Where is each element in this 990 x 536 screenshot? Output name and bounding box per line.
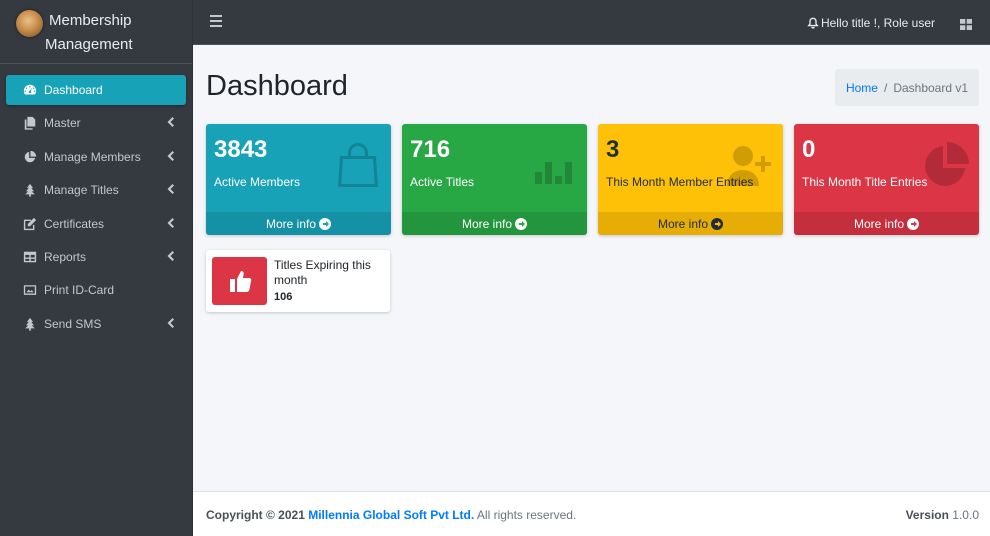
- arrow-circle-right-icon: [711, 217, 724, 230]
- more-info-link[interactable]: More info: [598, 212, 783, 235]
- stat-box-active-titles: 716 Active Titles More info: [402, 124, 587, 235]
- more-info-label: More info: [853, 216, 905, 231]
- sidebar-item-label: Manage Titles: [44, 183, 119, 198]
- chevron-left-icon: [166, 317, 174, 329]
- stat-value: 0: [802, 136, 816, 163]
- sidebar-item-print-id-card[interactable]: Print ID-Card: [6, 275, 186, 305]
- sidebar-item-label: Send SMS: [44, 316, 102, 331]
- chevron-left-icon: [166, 183, 174, 195]
- company-link[interactable]: Millennia Global Soft Pvt Ltd.: [308, 508, 474, 522]
- arrow-circle-right-icon: [319, 217, 332, 230]
- chevron-left-icon: [166, 217, 174, 229]
- user-menu[interactable]: Hello title !, Role user: [807, 16, 935, 30]
- sidebar-item-label: Certificates: [44, 216, 105, 231]
- info-box-titles-expiring: Titles Expiring this month 106: [206, 250, 390, 312]
- user-greeting: Hello title !, Role user: [820, 16, 935, 30]
- version-label: Version: [905, 508, 949, 522]
- breadcrumb-current: Dashboard v1: [893, 80, 969, 95]
- tree-icon: [22, 316, 37, 331]
- top-navbar: Hello title !, Role user: [193, 0, 990, 45]
- stat-value: 716: [410, 136, 451, 163]
- more-info-link[interactable]: More info: [794, 212, 979, 235]
- bell-icon: [807, 17, 819, 29]
- sidebar-item-reports[interactable]: Reports: [6, 242, 186, 272]
- sidebar-item-certificates[interactable]: Certificates: [6, 209, 186, 239]
- more-info-link[interactable]: More info: [206, 212, 391, 235]
- stat-label: This Month Title Entries: [802, 175, 928, 189]
- sidebar-item-label: Reports: [44, 249, 87, 264]
- tachometer-icon: [22, 83, 37, 98]
- menu-toggle-icon[interactable]: [210, 15, 222, 29]
- breadcrumb-separator: /: [883, 80, 888, 95]
- copyright-prefix: Copyright © 2021: [206, 508, 305, 522]
- brand-title: Membership Management: [45, 9, 133, 57]
- brand-link[interactable]: Membership Management: [0, 0, 192, 64]
- info-box-number: 106: [274, 291, 293, 303]
- sidebar-item-master[interactable]: Master: [6, 108, 186, 138]
- stat-box-month-title-entries: 0 This Month Title Entries More info: [794, 124, 979, 235]
- version-info: Version 1.0.0: [906, 508, 979, 522]
- breadcrumb-home-link[interactable]: Home: [846, 81, 878, 95]
- breadcrumb: Home / Dashboard v1: [835, 69, 979, 106]
- copy-icon: [22, 116, 37, 131]
- sidebar-item-dashboard[interactable]: Dashboard: [6, 75, 186, 105]
- image-icon: [22, 283, 37, 298]
- copyright-suffix: All rights reserved.: [476, 508, 577, 522]
- pie-chart-icon: [921, 140, 971, 190]
- arrow-circle-right-icon: [515, 217, 528, 230]
- sidebar-item-label: Master: [44, 116, 81, 131]
- sidebar-item-label: Dashboard: [44, 83, 103, 97]
- brand-logo: [16, 10, 43, 37]
- main-footer: Copyright © 2021 Millennia Global Soft P…: [193, 491, 990, 536]
- thumbs-up-icon: [212, 257, 267, 305]
- stat-box-month-member-entries: 3 This Month Member Entries More info: [598, 124, 783, 235]
- chevron-left-icon: [166, 150, 174, 162]
- more-info-label: More info: [461, 216, 513, 231]
- brand-title-line2: Management: [45, 36, 133, 53]
- sidebar-nav: Dashboard Master Manage Members Manage T…: [0, 64, 192, 339]
- edit-icon: [22, 216, 37, 231]
- tree-icon: [22, 183, 37, 198]
- sidebar-item-label: Manage Members: [44, 149, 141, 164]
- more-info-label: More info: [265, 216, 317, 231]
- chevron-left-icon: [166, 116, 174, 128]
- page-title: Dashboard: [206, 70, 348, 102]
- sidebar-item-manage-members[interactable]: Manage Members: [6, 142, 186, 172]
- shopping-bag-icon: [333, 140, 383, 190]
- stat-value: 3843: [214, 136, 268, 163]
- user-plus-icon: [725, 140, 775, 190]
- version-value: 1.0.0: [952, 508, 979, 522]
- chevron-left-icon: [166, 250, 174, 262]
- info-box-text: Titles Expiring this month: [274, 258, 371, 287]
- sidebar-item-label: Print ID-Card: [44, 283, 115, 298]
- grid-icon[interactable]: [960, 17, 972, 30]
- stat-value: 3: [606, 136, 620, 163]
- sidebar-item-manage-titles[interactable]: Manage Titles: [6, 175, 186, 205]
- stat-label: Active Titles: [410, 175, 475, 189]
- brand-title-line1: Membership: [49, 12, 132, 29]
- arrow-circle-right-icon: [907, 217, 920, 230]
- more-info-link[interactable]: More info: [402, 212, 587, 235]
- sidebar-item-send-sms[interactable]: Send SMS: [6, 309, 186, 339]
- stat-box-active-members: 3843 Active Members More info: [206, 124, 391, 235]
- sidebar: Membership Management Dashboard Master M…: [0, 0, 193, 536]
- copyright: Copyright © 2021 Millennia Global Soft P…: [206, 508, 576, 522]
- stat-label: Active Members: [214, 175, 301, 189]
- table-icon: [22, 249, 37, 264]
- pie-chart-icon: [22, 149, 37, 164]
- more-info-label: More info: [657, 216, 709, 231]
- bar-chart-icon: [529, 140, 579, 190]
